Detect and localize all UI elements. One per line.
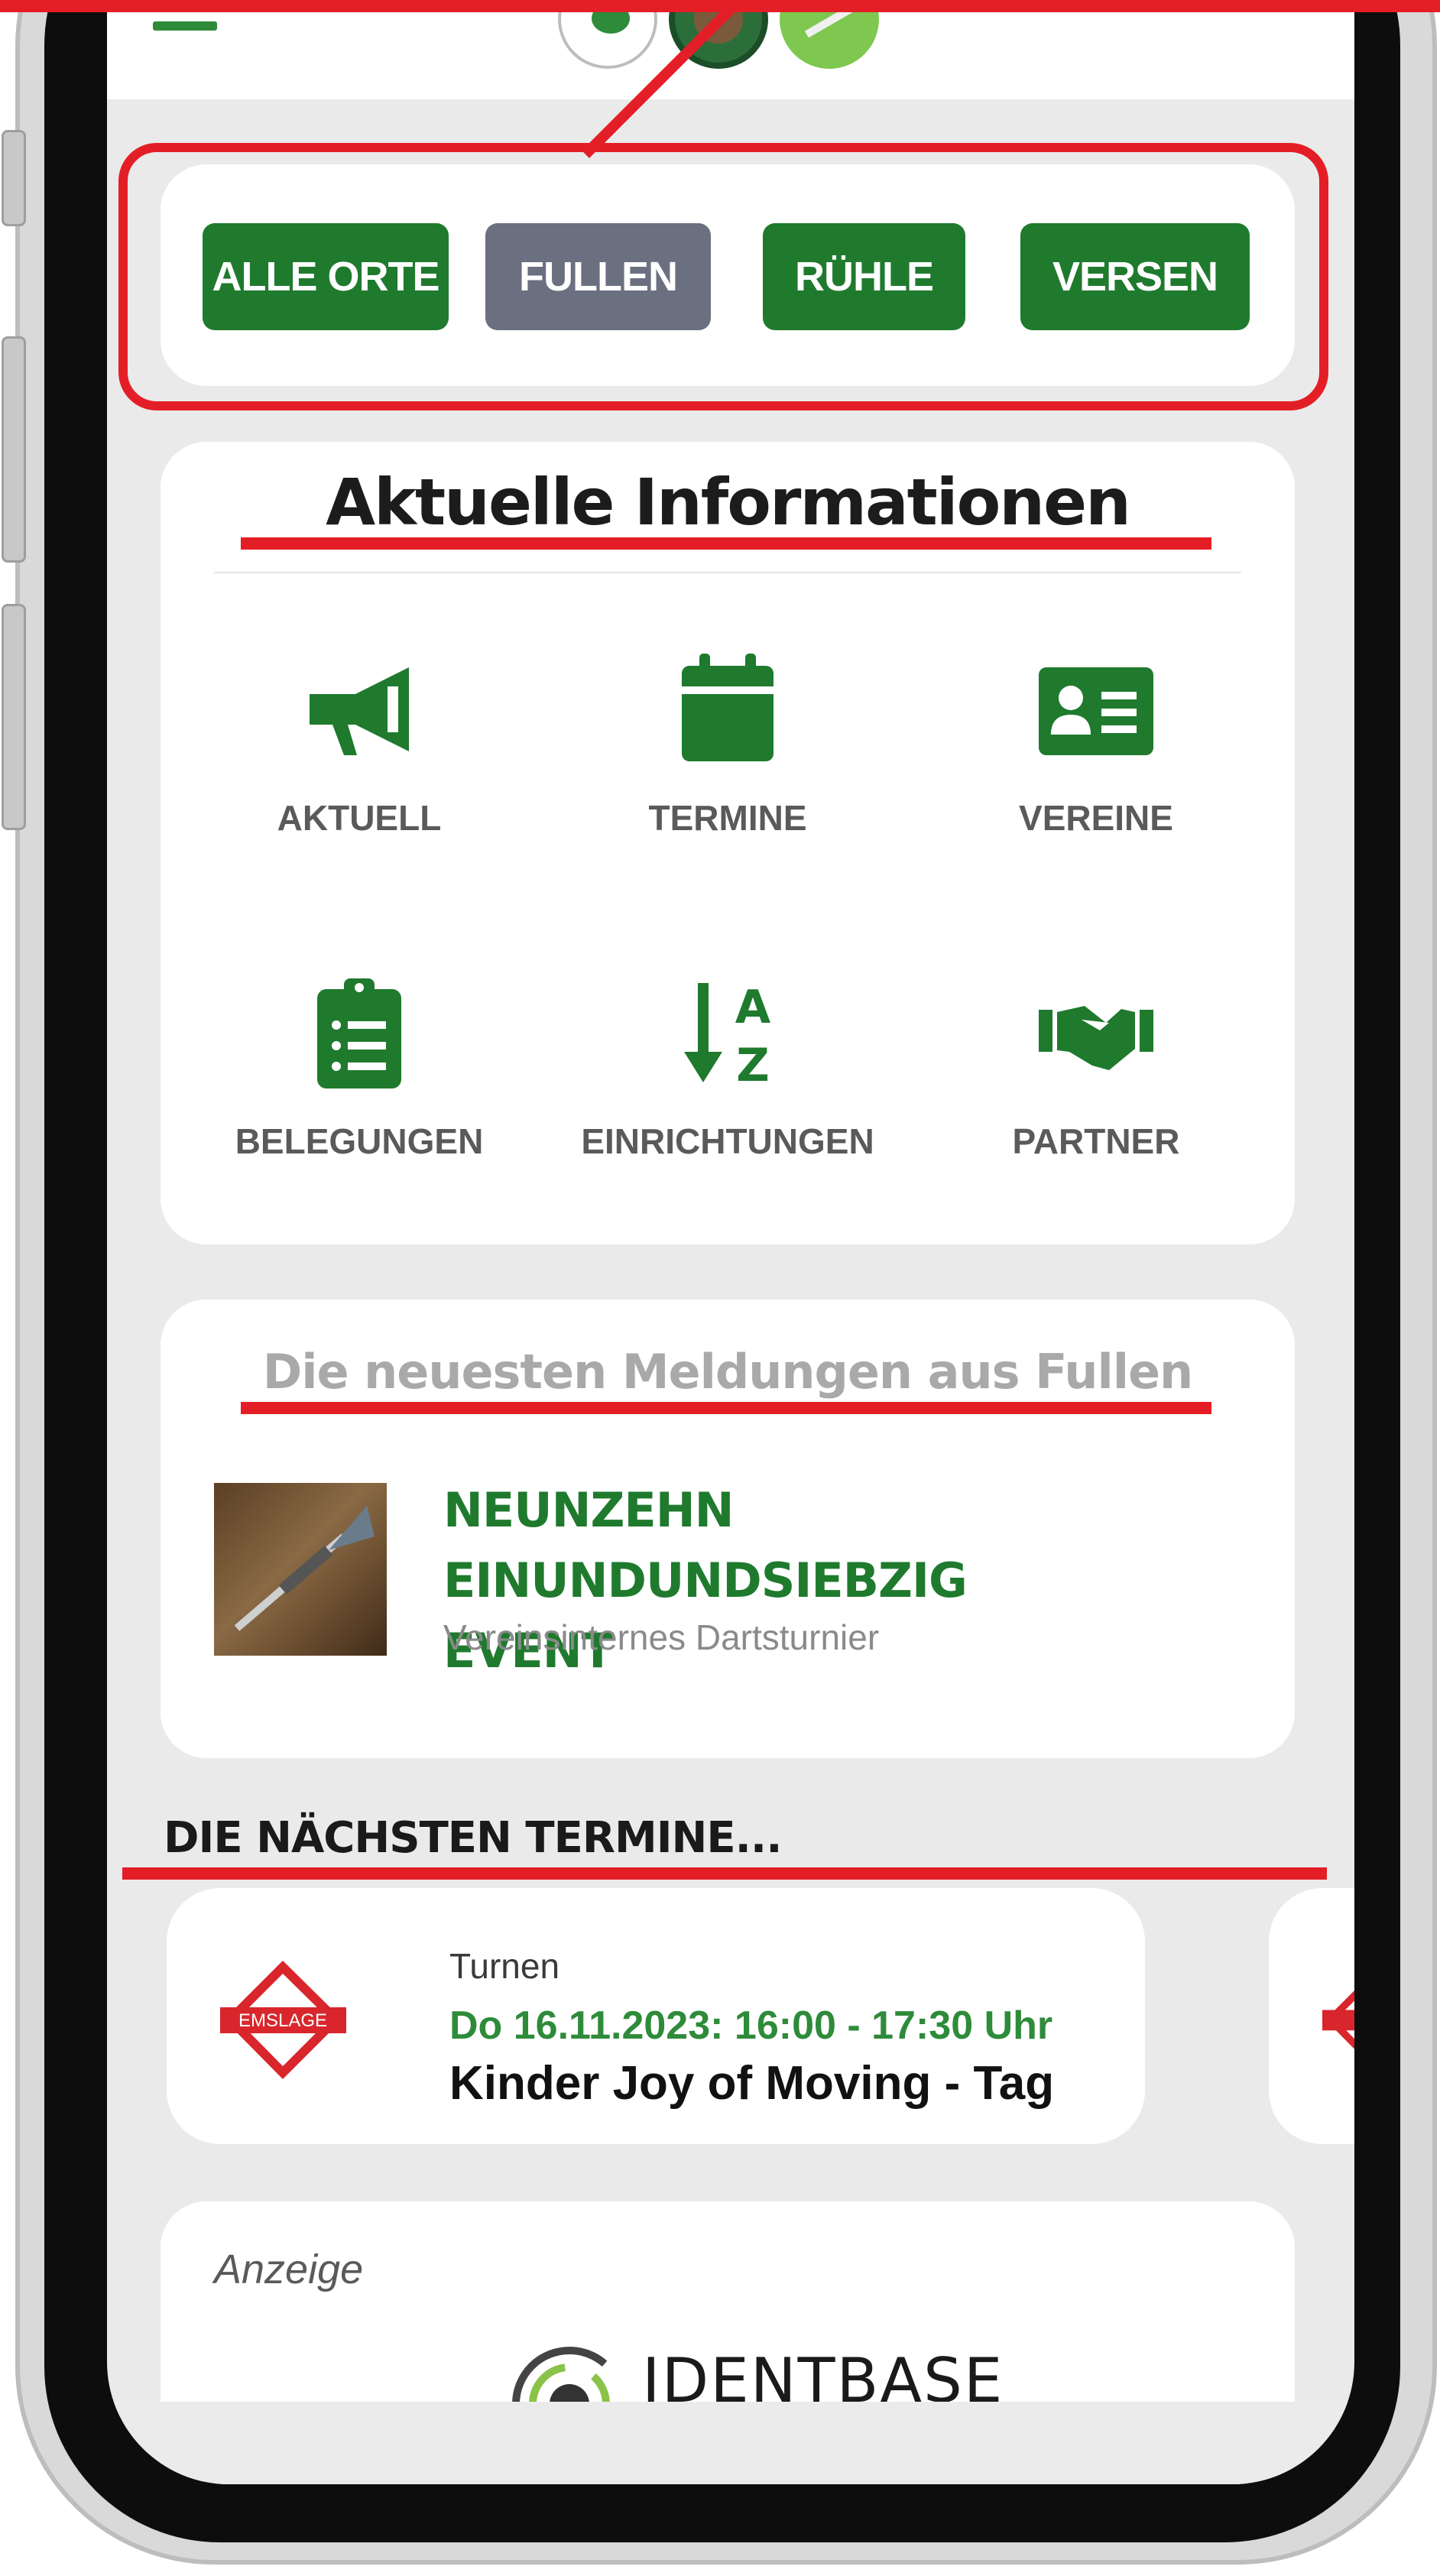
tile-label-einrichtungen: EINRICHTUNGEN xyxy=(581,1121,874,1161)
tile-belegungen[interactable]: BELEGUNGEN xyxy=(176,975,543,1228)
tile-label-termine: TERMINE xyxy=(648,798,807,838)
club-emblem-icon: EMSLAGE xyxy=(220,1961,346,2079)
tile-label-vereine: VEREINE xyxy=(1019,798,1173,838)
event-date: Do 16.11.2023: 16:00 - 17:30 Uhr xyxy=(449,2003,1053,2048)
handshake-icon xyxy=(1039,1006,1153,1070)
calendar-icon xyxy=(682,654,774,761)
phone-volume-down-button xyxy=(2,604,26,830)
annotation-box-filter xyxy=(118,143,1328,410)
annotation-underline-info-title xyxy=(241,537,1211,550)
tile-einrichtungen[interactable]: A Z EINRICHTUNGEN xyxy=(544,975,911,1228)
club-emblem-icon xyxy=(1322,1990,1354,2049)
news-subtitle: Vereinsinternes Dartsturnier xyxy=(443,1617,880,1657)
screen-bottom-bar xyxy=(107,2402,1354,2484)
divider xyxy=(214,572,1241,573)
tile-label-belegungen: BELEGUNGEN xyxy=(235,1121,484,1161)
tile-aktuell[interactable]: AKTUELL xyxy=(176,652,543,904)
info-title: Aktuelle Informationen xyxy=(326,465,1131,540)
tile-label-partner: PARTNER xyxy=(1012,1121,1180,1161)
event-card-next[interactable] xyxy=(1269,1888,1354,2144)
annotation-line-top xyxy=(0,0,1440,12)
id-card-icon xyxy=(1039,667,1153,755)
annotation-underline-news-heading xyxy=(241,1402,1211,1414)
news-card: Die neuesten Meldungen aus Fullen NEUNZE… xyxy=(161,1299,1295,1758)
dart-image xyxy=(234,1506,375,1631)
tile-partner[interactable]: PARTNER xyxy=(913,975,1279,1228)
svg-text:A: A xyxy=(735,981,771,1034)
ad-label: Anzeige xyxy=(214,2247,364,2292)
tile-label-aktuell: AKTUELL xyxy=(277,798,442,838)
event-category: Turnen xyxy=(449,1946,560,1986)
sort-alpha-icon: A Z xyxy=(684,981,771,1090)
news-heading: Die neuesten Meldungen aus Fullen xyxy=(262,1344,1193,1400)
svg-text:Z: Z xyxy=(736,1039,770,1090)
clipboard-list-icon xyxy=(317,978,401,1088)
events-section-title: DIE NÄCHSTEN TERMINE... xyxy=(164,1813,782,1863)
tile-vereine[interactable]: VEREINE xyxy=(913,652,1279,904)
annotation-underline-events-title xyxy=(122,1867,1327,1880)
event-card[interactable]: EMSLAGE Turnen Do 16.11.2023: 16:00 - 17… xyxy=(167,1888,1145,2144)
news-title-line-1[interactable]: NEUNZEHN EINUNDUNDSIEBZIG xyxy=(443,1475,1254,1616)
megaphone-icon xyxy=(310,667,409,755)
news-thumbnail[interactable] xyxy=(214,1483,387,1656)
hamburger-menu-icon[interactable] xyxy=(153,21,217,31)
club-emblem-text: EMSLAGE xyxy=(238,2010,327,2031)
tile-termine[interactable]: TERMINE xyxy=(544,652,911,904)
phone-side-button xyxy=(2,130,26,226)
info-card: Aktuelle Informationen AKTUELL TERMINE V… xyxy=(161,442,1295,1244)
event-title: Kinder Joy of Moving - Tag xyxy=(449,2057,1055,2110)
phone-volume-up-button xyxy=(2,336,26,563)
